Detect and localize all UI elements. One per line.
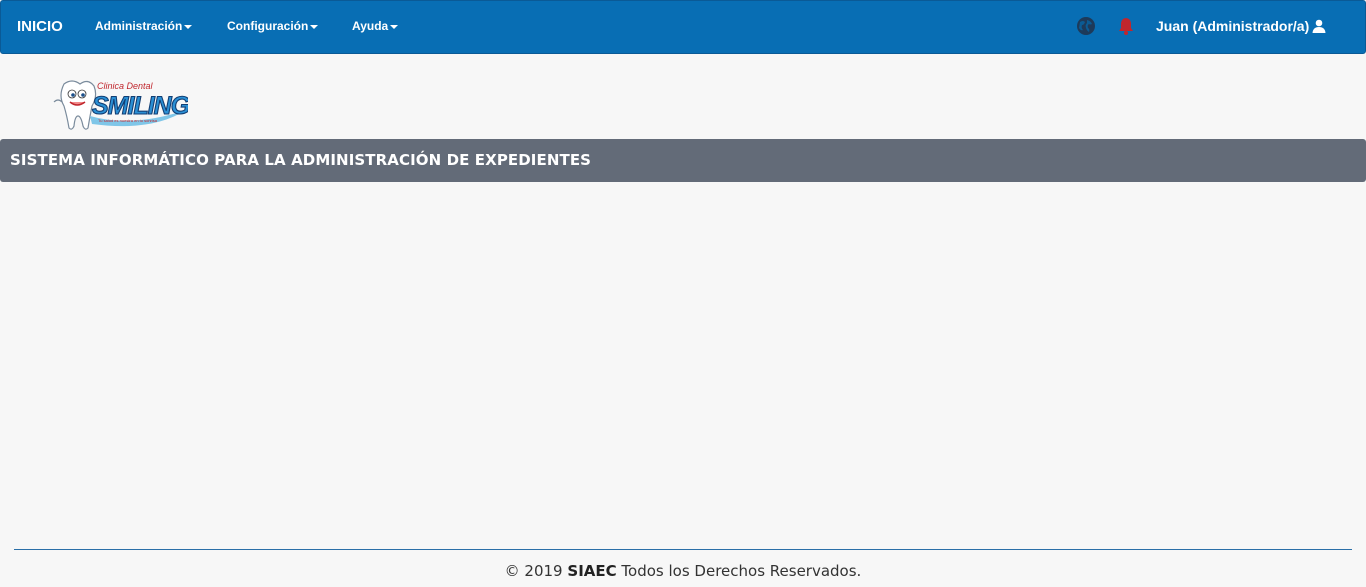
nav-menu-configuracion[interactable]: Configuración xyxy=(227,19,319,33)
logo-name: SMILING xyxy=(92,92,188,120)
nav-menu-ayuda-label: Ayuda xyxy=(352,19,389,33)
nav-menu-configuracion-label: Configuración xyxy=(227,19,309,33)
footer-divider xyxy=(14,549,1352,550)
user-icon xyxy=(1312,19,1326,33)
logo-top-text: Clinica Dental xyxy=(97,81,154,91)
top-navbar: INICIO Administración Configuración Ayud… xyxy=(0,0,1366,54)
footer-rights: Todos los Derechos Reservados. xyxy=(621,562,862,580)
nav-menu-ayuda[interactable]: Ayuda xyxy=(352,19,399,33)
clinic-logo: Clinica Dental SMILING Tu salud es nuest… xyxy=(53,80,188,130)
caret-down-icon xyxy=(310,24,319,29)
caret-down-icon xyxy=(184,24,193,29)
footer-copyright: © 2019 xyxy=(504,562,563,580)
caret-down-icon xyxy=(390,24,399,29)
system-title-banner: SISTEMA INFORMÁTICO PARA LA ADMINISTRACI… xyxy=(0,139,1366,182)
footer: © 2019 SIAEC Todos los Derechos Reservad… xyxy=(0,562,1366,580)
user-menu[interactable]: Juan (Administrador/a) xyxy=(1156,18,1326,34)
nav-home-link[interactable]: INICIO xyxy=(17,18,63,35)
nav-menu-administracion-label: Administración xyxy=(95,19,183,33)
user-name: Juan (Administrador/a) xyxy=(1156,18,1310,34)
footer-brand: SIAEC xyxy=(567,562,617,580)
bell-icon[interactable] xyxy=(1116,16,1136,36)
nav-menu-administracion[interactable]: Administración xyxy=(95,19,193,33)
logo-tagline: Tu salud es nuestra en tu sonrisa xyxy=(98,118,158,123)
system-title: SISTEMA INFORMÁTICO PARA LA ADMINISTRACI… xyxy=(10,151,592,169)
globe-icon[interactable] xyxy=(1076,16,1096,36)
